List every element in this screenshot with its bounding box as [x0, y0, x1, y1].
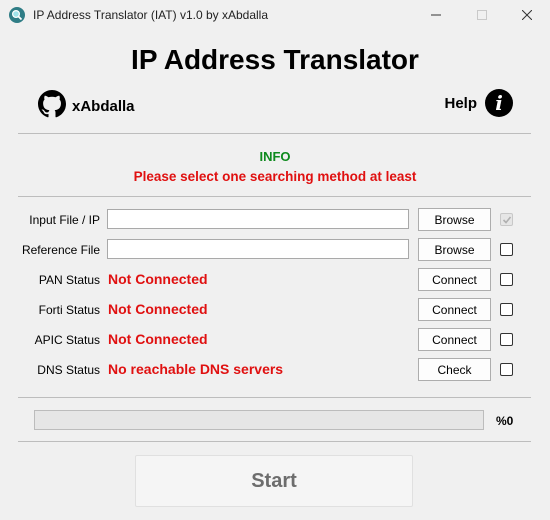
pan-connect-button[interactable]: Connect	[418, 268, 491, 291]
input-browse-button[interactable]: Browse	[418, 208, 491, 231]
apic-status-row: APIC Status Not Connected Connect	[0, 328, 550, 352]
info-message: Please select one searching method at le…	[133, 169, 417, 184]
apic-connect-button[interactable]: Connect	[418, 328, 491, 351]
app-title: IP Address Translator	[131, 44, 419, 75]
title-bar: IP Address Translator (IAT) v1.0 by xAbd…	[0, 0, 550, 30]
help-label[interactable]: Help	[444, 95, 477, 112]
pan-status-value: Not Connected	[108, 271, 208, 287]
progress-bar	[34, 410, 484, 430]
maximize-icon[interactable]	[459, 0, 505, 30]
reference-file-field[interactable]	[107, 239, 409, 259]
reference-browse-button[interactable]: Browse	[418, 238, 491, 261]
dns-status-row: DNS Status No reachable DNS servers Chec…	[0, 358, 550, 382]
info-title: INFO	[259, 149, 291, 164]
pan-status-row: PAN Status Not Connected Connect	[0, 268, 550, 292]
input-file-label: Input File / IP	[29, 213, 100, 227]
start-button[interactable]: Start	[135, 455, 413, 507]
dns-check-button[interactable]: Check	[418, 358, 491, 381]
dns-status-label: DNS Status	[37, 363, 100, 377]
input-file-row: Input File / IP Browse	[0, 208, 550, 232]
reference-file-row: Reference File Browse	[0, 238, 550, 262]
author-label[interactable]: xAbdalla	[72, 98, 135, 115]
close-icon[interactable]	[504, 0, 550, 30]
input-file-checkbox	[500, 213, 513, 226]
help-button[interactable]: Help i	[444, 89, 513, 117]
apic-status-value: Not Connected	[108, 331, 208, 347]
author-link[interactable]: xAbdalla	[38, 90, 135, 123]
info-icon[interactable]: i	[485, 89, 513, 117]
apic-checkbox[interactable]	[500, 333, 513, 346]
reference-file-label: Reference File	[21, 243, 100, 257]
forti-checkbox[interactable]	[500, 303, 513, 316]
progress-percent: %0	[496, 414, 514, 428]
minimize-icon[interactable]	[413, 0, 459, 30]
forti-status-label: Forti Status	[38, 303, 100, 317]
forti-status-row: Forti Status Not Connected Connect	[0, 298, 550, 322]
forti-status-value: Not Connected	[108, 301, 208, 317]
pan-checkbox[interactable]	[500, 273, 513, 286]
window-title: IP Address Translator (IAT) v1.0 by xAbd…	[33, 8, 268, 22]
input-file-field[interactable]	[107, 209, 409, 229]
reference-file-checkbox[interactable]	[500, 243, 513, 256]
github-icon[interactable]	[38, 90, 66, 123]
separator	[18, 133, 531, 134]
dns-status-value: No reachable DNS servers	[108, 361, 284, 377]
magnifier-globe-icon	[9, 7, 25, 23]
dns-checkbox[interactable]	[500, 363, 513, 376]
pan-status-label: PAN Status	[38, 273, 100, 287]
forti-connect-button[interactable]: Connect	[418, 298, 491, 321]
separator	[18, 196, 531, 197]
separator	[18, 397, 531, 398]
apic-status-label: APIC Status	[34, 333, 100, 347]
separator	[18, 441, 531, 442]
